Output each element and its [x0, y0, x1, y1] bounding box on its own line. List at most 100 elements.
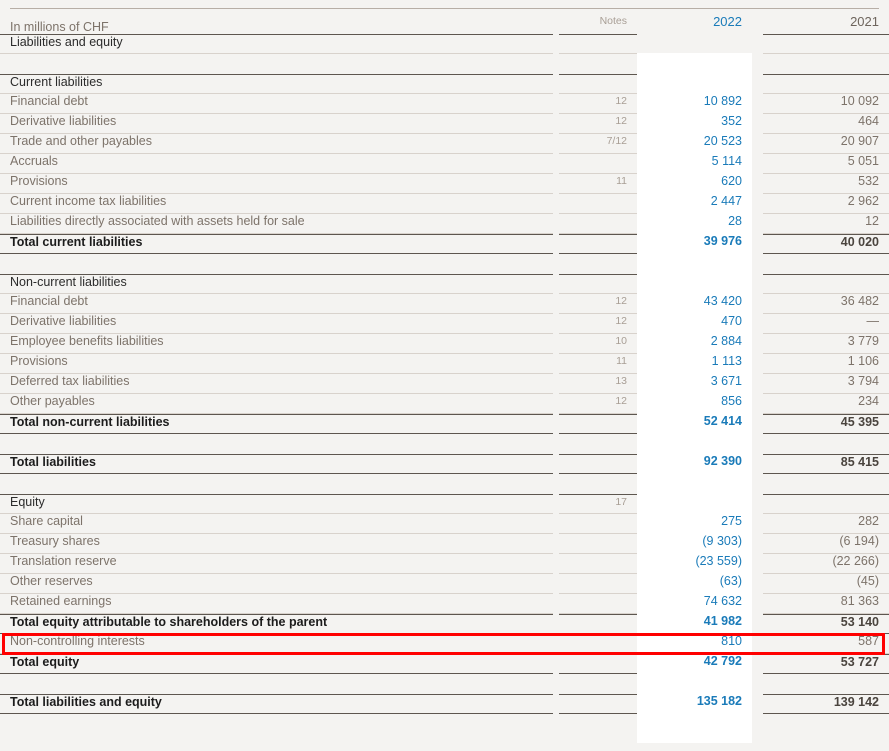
section-header-row: Current liabilities	[0, 74, 889, 94]
row-label: Non-controlling interests	[0, 634, 553, 654]
table-row: Other payables12856234	[0, 394, 889, 414]
row-value-2022-text: 2 884	[643, 334, 752, 354]
row-notes	[559, 634, 637, 654]
table-row: Financial debt1210 89210 092	[0, 94, 889, 114]
row-value-2021-text: 2 962	[763, 194, 889, 214]
row-value-2021-text: 139 142	[763, 694, 889, 714]
row-label: Financial debt	[0, 94, 553, 114]
row-value-2022-text: 10 892	[643, 94, 752, 114]
table-row: Deferred tax liabilities133 6713 794	[0, 374, 889, 394]
row-value-2021-text	[763, 434, 889, 454]
row-value-2021-text	[763, 74, 889, 94]
row-value-2021: 139 142	[763, 694, 889, 714]
total-row: Total equity attributable to shareholder…	[0, 614, 889, 634]
row-value-2021-text: 40 020	[763, 234, 889, 254]
row-value-2021-text: (22 266)	[763, 554, 889, 574]
row-value-2021: 85 415	[763, 454, 889, 474]
gap-cell	[752, 574, 763, 594]
row-value-2021-text: 587	[763, 634, 889, 654]
row-notes-text: 12	[559, 114, 637, 134]
row-value-2021	[763, 274, 889, 294]
row-value-2022-text: 810	[643, 634, 752, 654]
table-row: Share capital275282	[0, 514, 889, 534]
row-notes	[559, 514, 637, 534]
table-row: Provisions11620532	[0, 174, 889, 194]
row-notes: 11	[559, 174, 637, 194]
section-header-row: Non-current liabilities	[0, 274, 889, 294]
row-value-2022-text: 3 671	[643, 374, 752, 394]
row-label: Equity	[0, 494, 553, 514]
row-value-2021: 3 779	[763, 334, 889, 354]
row-value-2021	[763, 474, 889, 494]
gap-cell	[752, 314, 763, 334]
row-label: Other reserves	[0, 574, 553, 594]
row-value-2021-text: 3 794	[763, 374, 889, 394]
row-value-2021: 36 482	[763, 294, 889, 314]
header-year-2022-text: 2022	[643, 14, 752, 34]
row-value-2021: 53 727	[763, 654, 889, 674]
row-value-2021: 2 962	[763, 194, 889, 214]
row-label: Deferred tax liabilities	[0, 374, 553, 394]
row-label: Treasury shares	[0, 534, 553, 554]
row-notes	[559, 614, 637, 634]
gap-cell	[752, 434, 763, 454]
total-row: Total non-current liabilities52 41445 39…	[0, 414, 889, 434]
row-value-2021	[763, 34, 889, 54]
row-notes-text: 12	[559, 94, 637, 114]
row-notes: 7/12	[559, 134, 637, 154]
row-label-text: Liabilities and equity	[0, 34, 553, 54]
total-row: Total liabilities92 39085 415	[0, 454, 889, 474]
row-value-2022: (63)	[643, 574, 752, 594]
row-notes	[559, 34, 637, 54]
row-value-2021: 20 907	[763, 134, 889, 154]
row-label-text: Total liabilities	[0, 454, 553, 474]
table-row: Non-controlling interests 810 587	[0, 634, 889, 654]
row-value-2022	[643, 674, 752, 694]
row-value-2021: 53 140	[763, 614, 889, 634]
spacer-row	[0, 474, 889, 494]
row-value-2021	[763, 254, 889, 274]
row-label: Provisions	[0, 354, 553, 374]
gap-cell	[752, 474, 763, 494]
row-notes	[559, 194, 637, 214]
row-value-2021-text: (45)	[763, 574, 889, 594]
row-value-2022: (9 303)	[643, 534, 752, 554]
row-label-text: Liabilities directly associated with ass…	[0, 214, 553, 234]
row-value-2021	[763, 494, 889, 514]
row-notes-text	[559, 34, 637, 54]
row-value-2021: 81 363	[763, 594, 889, 614]
header-year-2021: 2021	[763, 14, 889, 34]
row-notes	[559, 654, 637, 674]
row-label	[0, 254, 553, 274]
row-value-2022-text	[643, 54, 752, 74]
row-value-2022	[643, 54, 752, 74]
row-value-2021	[763, 434, 889, 454]
gap-cell	[752, 414, 763, 434]
row-value-2021-text: 85 415	[763, 454, 889, 474]
row-notes-text: 17	[559, 494, 637, 514]
table-row: Derivative liabilities12352464	[0, 114, 889, 134]
row-label: Employee benefits liabilities	[0, 334, 553, 354]
row-value-2021: 464	[763, 114, 889, 134]
row-value-2022-text: 20 523	[643, 134, 752, 154]
row-notes: 12	[559, 394, 637, 414]
row-label: Total liabilities	[0, 454, 553, 474]
row-label-text: Current liabilities	[0, 74, 553, 94]
row-value-2022-text	[643, 74, 752, 94]
row-label	[0, 54, 553, 74]
gap-cell	[752, 514, 763, 534]
row-notes: 12	[559, 114, 637, 134]
row-value-2021-text: 1 106	[763, 354, 889, 374]
spacer-row	[0, 674, 889, 694]
row-notes: 12	[559, 314, 637, 334]
row-notes	[559, 534, 637, 554]
gap-cell	[752, 534, 763, 554]
row-label-text	[0, 474, 553, 494]
row-label: Total liabilities and equity	[0, 694, 553, 714]
row-notes-text	[559, 534, 637, 554]
row-notes-text	[559, 634, 637, 654]
row-label: Financial debt	[0, 294, 553, 314]
row-value-2022: 5 114	[643, 154, 752, 174]
row-label-text: Accruals	[0, 154, 553, 174]
row-notes	[559, 254, 637, 274]
